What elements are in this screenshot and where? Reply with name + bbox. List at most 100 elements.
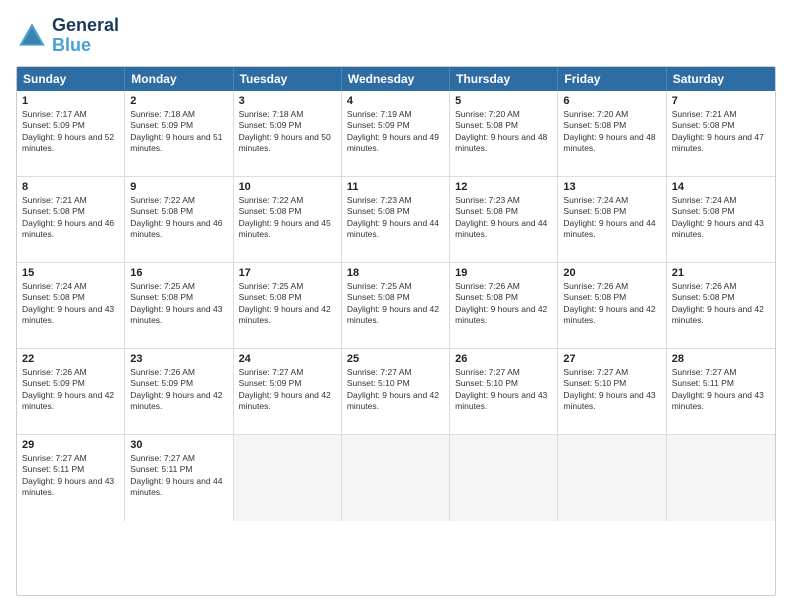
calendar-cell: 4Sunrise: 7:19 AMSunset: 5:09 PMDaylight… xyxy=(342,91,450,176)
cell-details: Sunrise: 7:27 AMSunset: 5:11 PMDaylight:… xyxy=(672,367,770,413)
calendar-cell: 6 Sunrise: 7:20 AMSunset: 5:08 PMDaylight… xyxy=(558,91,666,176)
calendar-cell: 19 Sunrise: 7:26 AMSunset: 5:08 PMDayligh… xyxy=(450,263,558,348)
cell-details: Sunrise: 7:26 AMSunset: 5:08 PMDaylight:… xyxy=(672,281,770,327)
cell-details: Sunrise: 7:19 AMSunset: 5:09 PMDaylight:… xyxy=(347,109,444,155)
calendar-cell: 13 Sunrise: 7:24 AMSunset: 5:08 PMDayligh… xyxy=(558,177,666,262)
calendar-cell: 28 Sunrise: 7:27 AMSunset: 5:11 PMDayligh… xyxy=(667,349,775,434)
day-number: 3 xyxy=(239,95,336,107)
cell-details: Sunrise: 7:24 AMSunset: 5:08 PMDaylight:… xyxy=(22,281,119,327)
calendar-cell: 10 Sunrise: 7:22 AMSunset: 5:08 PMDayligh… xyxy=(234,177,342,262)
day-number: 19 xyxy=(455,267,552,279)
calendar-cell: 8 Sunrise: 7:21 AMSunset: 5:08 PMDaylight… xyxy=(17,177,125,262)
calendar-cell xyxy=(558,435,666,521)
calendar-cell: 21 Sunrise: 7:26 AMSunset: 5:08 PMDayligh… xyxy=(667,263,775,348)
cell-details: Sunrise: 7:25 AMSunset: 5:08 PMDaylight:… xyxy=(347,281,444,327)
cell-details: Sunrise: 7:23 AMSunset: 5:08 PMDaylight:… xyxy=(347,195,444,241)
calendar-row: 22Sunrise: 7:26 AMSunset: 5:09 PMDayligh… xyxy=(17,349,775,435)
calendar-row: 15 Sunrise: 7:24 AMSunset: 5:08 PMDayligh… xyxy=(17,263,775,349)
calendar-cell xyxy=(342,435,450,521)
calendar-cell: 5 Sunrise: 7:20 AMSunset: 5:08 PMDaylight… xyxy=(450,91,558,176)
calendar-cell: 20 Sunrise: 7:26 AMSunset: 5:08 PMDayligh… xyxy=(558,263,666,348)
cell-details: Sunrise: 7:22 AMSunset: 5:08 PMDaylight:… xyxy=(239,195,336,241)
calendar-cell: 1 Sunrise: 7:17 AMSunset: 5:09 PMDaylight… xyxy=(17,91,125,176)
cell-details: Sunrise: 7:27 AMSunset: 5:09 PMDaylight:… xyxy=(239,367,336,413)
calendar-cell: 12Sunrise: 7:23 AMSunset: 5:08 PMDayligh… xyxy=(450,177,558,262)
calendar-cell: 9 Sunrise: 7:22 AMSunset: 5:08 PMDaylight… xyxy=(125,177,233,262)
day-number: 21 xyxy=(672,267,770,279)
calendar: SundayMondayTuesdayWednesdayThursdayFrid… xyxy=(16,66,776,596)
cell-details: Sunrise: 7:24 AMSunset: 5:08 PMDaylight:… xyxy=(672,195,770,241)
calendar-cell: 24 Sunrise: 7:27 AMSunset: 5:09 PMDayligh… xyxy=(234,349,342,434)
calendar-cell xyxy=(667,435,775,521)
cell-details: Sunrise: 7:26 AMSunset: 5:08 PMDaylight:… xyxy=(563,281,660,327)
day-number: 23 xyxy=(130,353,227,365)
calendar-cell: 18Sunrise: 7:25 AMSunset: 5:08 PMDayligh… xyxy=(342,263,450,348)
cell-details: Sunrise: 7:25 AMSunset: 5:08 PMDaylight:… xyxy=(239,281,336,327)
day-number: 10 xyxy=(239,181,336,193)
calendar-cell: 16 Sunrise: 7:25 AMSunset: 5:08 PMDayligh… xyxy=(125,263,233,348)
cell-details: Sunrise: 7:17 AMSunset: 5:09 PMDaylight:… xyxy=(22,109,119,155)
cell-details: Sunrise: 7:24 AMSunset: 5:08 PMDaylight:… xyxy=(563,195,660,241)
logo: General Blue xyxy=(16,16,119,56)
calendar-body: 1 Sunrise: 7:17 AMSunset: 5:09 PMDaylight… xyxy=(17,91,775,521)
calendar-header: SundayMondayTuesdayWednesdayThursdayFrid… xyxy=(17,67,775,91)
calendar-cell: 14 Sunrise: 7:24 AMSunset: 5:08 PMDayligh… xyxy=(667,177,775,262)
weekday-header: Thursday xyxy=(450,67,558,91)
cell-details: Sunrise: 7:26 AMSunset: 5:08 PMDaylight:… xyxy=(455,281,552,327)
cell-details: Sunrise: 7:27 AMSunset: 5:10 PMDaylight:… xyxy=(347,367,444,413)
cell-details: Sunrise: 7:18 AMSunset: 5:09 PMDaylight:… xyxy=(239,109,336,155)
page: General Blue SundayMondayTuesdayWednesda… xyxy=(0,0,792,612)
calendar-row: 8 Sunrise: 7:21 AMSunset: 5:08 PMDaylight… xyxy=(17,177,775,263)
calendar-cell: 11 Sunrise: 7:23 AMSunset: 5:08 PMDayligh… xyxy=(342,177,450,262)
cell-details: Sunrise: 7:20 AMSunset: 5:08 PMDaylight:… xyxy=(455,109,552,155)
day-number: 30 xyxy=(130,439,227,451)
day-number: 25 xyxy=(347,353,444,365)
day-number: 15 xyxy=(22,267,119,279)
cell-details: Sunrise: 7:21 AMSunset: 5:08 PMDaylight:… xyxy=(22,195,119,241)
day-number: 2 xyxy=(130,95,227,107)
calendar-cell: 30 Sunrise: 7:27 AMSunset: 5:11 PMDayligh… xyxy=(125,435,233,521)
logo-icon xyxy=(16,20,48,52)
day-number: 24 xyxy=(239,353,336,365)
day-number: 9 xyxy=(130,181,227,193)
day-number: 28 xyxy=(672,353,770,365)
calendar-row: 29Sunrise: 7:27 AMSunset: 5:11 PMDayligh… xyxy=(17,435,775,521)
day-number: 8 xyxy=(22,181,119,193)
calendar-row: 1 Sunrise: 7:17 AMSunset: 5:09 PMDaylight… xyxy=(17,91,775,177)
calendar-cell: 27Sunrise: 7:27 AMSunset: 5:10 PMDayligh… xyxy=(558,349,666,434)
weekday-header: Wednesday xyxy=(342,67,450,91)
cell-details: Sunrise: 7:27 AMSunset: 5:10 PMDaylight:… xyxy=(455,367,552,413)
day-number: 7 xyxy=(672,95,770,107)
day-number: 11 xyxy=(347,181,444,193)
cell-details: Sunrise: 7:22 AMSunset: 5:08 PMDaylight:… xyxy=(130,195,227,241)
day-number: 14 xyxy=(672,181,770,193)
day-number: 6 xyxy=(563,95,660,107)
day-number: 13 xyxy=(563,181,660,193)
calendar-cell: 25 Sunrise: 7:27 AMSunset: 5:10 PMDayligh… xyxy=(342,349,450,434)
calendar-cell: 23 Sunrise: 7:26 AMSunset: 5:09 PMDayligh… xyxy=(125,349,233,434)
cell-details: Sunrise: 7:27 AMSunset: 5:10 PMDaylight:… xyxy=(563,367,660,413)
day-number: 17 xyxy=(239,267,336,279)
cell-details: Sunrise: 7:18 AMSunset: 5:09 PMDaylight:… xyxy=(130,109,227,155)
day-number: 20 xyxy=(563,267,660,279)
day-number: 1 xyxy=(22,95,119,107)
cell-details: Sunrise: 7:26 AMSunset: 5:09 PMDaylight:… xyxy=(22,367,119,413)
day-number: 26 xyxy=(455,353,552,365)
cell-details: Sunrise: 7:27 AMSunset: 5:11 PMDaylight:… xyxy=(130,453,227,499)
weekday-header: Friday xyxy=(558,67,666,91)
day-number: 5 xyxy=(455,95,552,107)
calendar-cell: 29Sunrise: 7:27 AMSunset: 5:11 PMDayligh… xyxy=(17,435,125,521)
day-number: 12 xyxy=(455,181,552,193)
day-number: 16 xyxy=(130,267,227,279)
calendar-cell xyxy=(450,435,558,521)
calendar-cell: 3 Sunrise: 7:18 AMSunset: 5:09 PMDaylight… xyxy=(234,91,342,176)
weekday-header: Sunday xyxy=(17,67,125,91)
cell-details: Sunrise: 7:27 AMSunset: 5:11 PMDaylight:… xyxy=(22,453,119,499)
cell-details: Sunrise: 7:21 AMSunset: 5:08 PMDaylight:… xyxy=(672,109,770,155)
calendar-cell: 26 Sunrise: 7:27 AMSunset: 5:10 PMDayligh… xyxy=(450,349,558,434)
cell-details: Sunrise: 7:25 AMSunset: 5:08 PMDaylight:… xyxy=(130,281,227,327)
weekday-header: Tuesday xyxy=(234,67,342,91)
logo-text: General Blue xyxy=(52,16,119,56)
cell-details: Sunrise: 7:20 AMSunset: 5:08 PMDaylight:… xyxy=(563,109,660,155)
cell-details: Sunrise: 7:26 AMSunset: 5:09 PMDaylight:… xyxy=(130,367,227,413)
